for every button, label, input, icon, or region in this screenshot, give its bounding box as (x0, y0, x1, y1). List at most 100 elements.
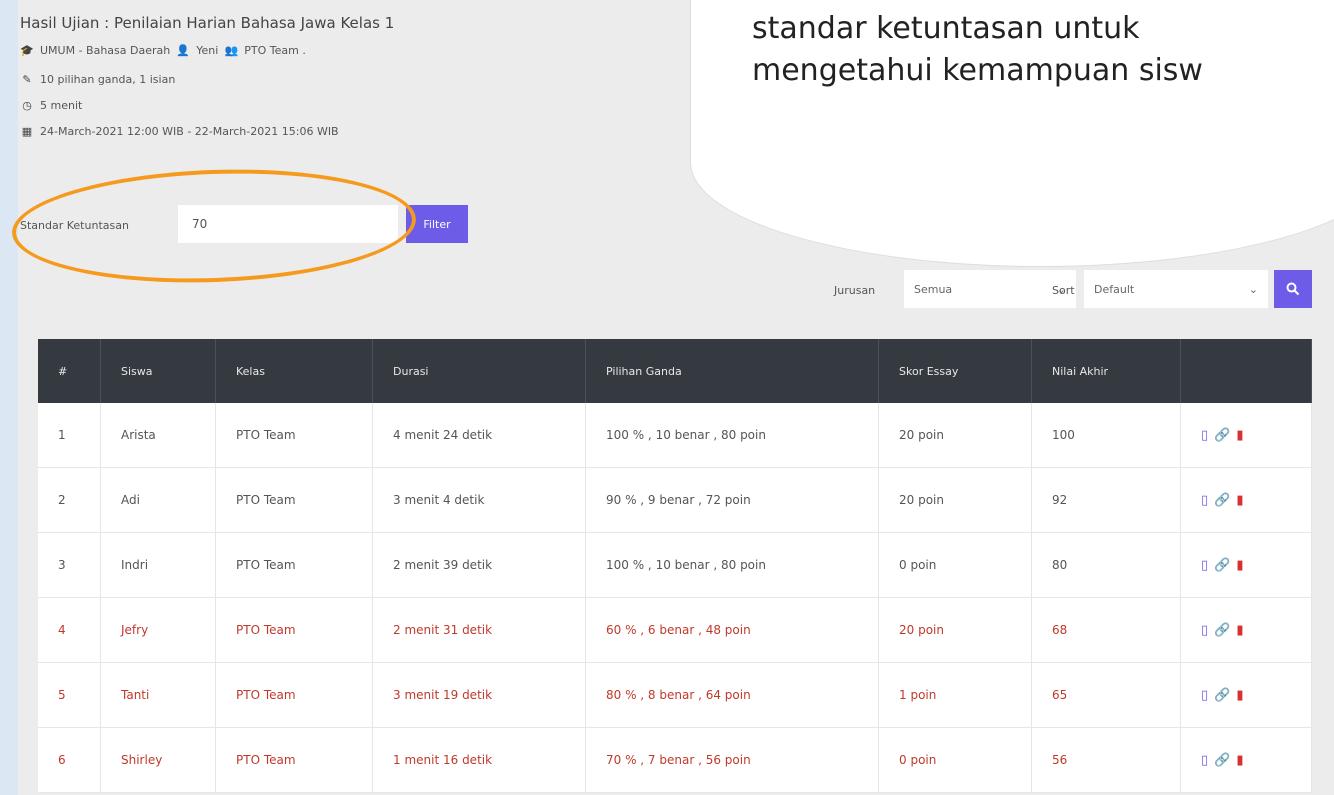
table-header-row: # Siswa Kelas Durasi Pilihan Ganda Skor … (38, 339, 1312, 403)
cell-actions: ▯ 🔗 ▮ (1180, 403, 1312, 468)
standard-input[interactable] (178, 205, 398, 243)
category-text: UMUM - Bahasa Daerah (40, 44, 171, 57)
duration-text: 5 menit (40, 99, 83, 112)
cell-essay-score: 0 poin (878, 727, 1032, 793)
cell-number: 5 (38, 662, 101, 728)
link-icon[interactable]: 🔗 (1214, 688, 1230, 703)
jurusan-label: Jurusan (834, 284, 876, 297)
cell-number: 1 (38, 403, 101, 468)
cell-class: PTO Team (215, 403, 373, 468)
cell-class: PTO Team (215, 662, 373, 728)
cell-number: 6 (38, 727, 101, 793)
jurusan-select[interactable]: Semua ⌄ (904, 270, 1076, 308)
search-button[interactable] (1274, 270, 1312, 308)
cell-class: PTO Team (215, 597, 373, 663)
results-table: # Siswa Kelas Durasi Pilihan Ganda Skor … (38, 339, 1312, 793)
sort-select[interactable]: Default ⌄ (1084, 270, 1268, 308)
col-actions (1180, 339, 1312, 403)
cell-multiple-choice: 80 % , 8 benar , 64 poin (585, 662, 879, 728)
questions-text: 10 pilihan ganda, 1 isian (40, 73, 176, 86)
col-final-score: Nilai Akhir (1031, 339, 1181, 403)
date-range-text: 24-March-2021 12:00 WIB - 22-March-2021 … (40, 125, 339, 138)
clipboard-icon[interactable]: ▯ (1201, 753, 1208, 768)
trash-icon[interactable]: ▮ (1236, 753, 1243, 768)
cell-student: Jefry (100, 597, 216, 663)
cell-multiple-choice: 90 % , 9 benar , 72 poin (585, 467, 879, 533)
cell-actions: ▯ 🔗 ▮ (1180, 532, 1312, 598)
table-row: 6 Shirley PTO Team 1 menit 16 detik 70 % , 7… (38, 727, 1312, 793)
cell-student: Tanti (100, 662, 216, 728)
meta-questions-line: ✎ 10 pilihan ganda, 1 isian (20, 73, 175, 86)
standard-label: Standar Ketuntasan (20, 219, 129, 232)
link-icon[interactable]: 🔗 (1214, 558, 1230, 573)
cell-duration: 3 menit 4 detik (372, 467, 586, 533)
cell-actions: ▯ 🔗 ▮ (1180, 727, 1312, 793)
clipboard-icon[interactable]: ▯ (1201, 428, 1208, 443)
clock-icon: ◷ (22, 99, 32, 112)
clipboard-icon[interactable]: ▯ (1201, 493, 1208, 508)
cell-final-score: 56 (1031, 727, 1181, 793)
cell-class: PTO Team (215, 532, 373, 598)
row-actions: ▯ 🔗 ▮ (1201, 493, 1311, 508)
calendar-icon: ▦ (21, 125, 33, 138)
link-icon[interactable]: 🔗 (1214, 753, 1230, 768)
cell-multiple-choice: 100 % , 10 benar , 80 poin (585, 532, 879, 598)
callout-line-2: mengetahui kemampuan sisw (752, 53, 1203, 88)
cell-final-score: 92 (1031, 467, 1181, 533)
meta-duration-line: ◷ 5 menit (20, 99, 82, 112)
graduation-cap-icon: 🎓 (20, 44, 34, 57)
cell-multiple-choice: 100 % , 10 benar , 80 poin (585, 403, 879, 468)
table-row: 1 Arista PTO Team 4 menit 24 detik 100 % , 1… (38, 403, 1312, 468)
cell-final-score: 68 (1031, 597, 1181, 663)
row-actions: ▯ 🔗 ▮ (1201, 623, 1311, 638)
cell-final-score: 65 (1031, 662, 1181, 728)
trash-icon[interactable]: ▮ (1236, 428, 1243, 443)
cell-student: Arista (100, 403, 216, 468)
col-essay-score: Skor Essay (878, 339, 1032, 403)
cell-essay-score: 20 poin (878, 403, 1032, 468)
row-actions: ▯ 🔗 ▮ (1201, 558, 1311, 573)
cell-student: Adi (100, 467, 216, 533)
row-actions: ▯ 🔗 ▮ (1201, 753, 1311, 768)
trash-icon[interactable]: ▮ (1236, 688, 1243, 703)
cell-number: 3 (38, 532, 101, 598)
cell-actions: ▯ 🔗 ▮ (1180, 662, 1312, 728)
col-duration: Durasi (372, 339, 586, 403)
row-actions: ▯ 🔗 ▮ (1201, 428, 1311, 443)
sort-label: Sort (1052, 284, 1075, 297)
cell-essay-score: 20 poin (878, 597, 1032, 663)
link-icon[interactable]: 🔗 (1214, 623, 1230, 638)
trash-icon[interactable]: ▮ (1236, 623, 1243, 638)
cell-number: 4 (38, 597, 101, 663)
table-row: 5 Tanti PTO Team 3 menit 19 detik 80 % , 8 b… (38, 662, 1312, 728)
users-icon: 👥 (224, 44, 239, 57)
link-icon[interactable]: 🔗 (1214, 493, 1230, 508)
chevron-down-icon: ⌄ (1248, 282, 1258, 296)
meta-date-line: ▦ 24-March-2021 12:00 WIB - 22-March-202… (20, 125, 339, 138)
cell-student: Shirley (100, 727, 216, 793)
cell-multiple-choice: 70 % , 7 benar , 56 poin (585, 727, 879, 793)
user-icon: 👤 (176, 44, 191, 57)
col-student: Siswa (100, 339, 216, 403)
clipboard-icon[interactable]: ▯ (1201, 558, 1208, 573)
cell-duration: 4 menit 24 detik (372, 403, 586, 468)
filter-button[interactable]: Filter (406, 205, 468, 243)
page-title: Hasil Ujian : Penilaian Harian Bahasa Ja… (20, 14, 395, 32)
cell-student: Indri (100, 532, 216, 598)
pencil-icon: ✎ (22, 73, 32, 86)
cell-essay-score: 0 poin (878, 532, 1032, 598)
col-multiple-choice: Pilihan Ganda (585, 339, 879, 403)
trash-icon[interactable]: ▮ (1236, 493, 1243, 508)
clipboard-icon[interactable]: ▯ (1201, 688, 1208, 703)
team-text: PTO Team . (244, 44, 306, 57)
cell-actions: ▯ 🔗 ▮ (1180, 467, 1312, 533)
search-icon (1286, 282, 1300, 296)
cell-class: PTO Team (215, 727, 373, 793)
cell-multiple-choice: 60 % , 6 benar , 48 poin (585, 597, 879, 663)
clipboard-icon[interactable]: ▯ (1201, 623, 1208, 638)
link-icon[interactable]: 🔗 (1214, 428, 1230, 443)
cell-duration: 2 menit 39 detik (372, 532, 586, 598)
table-row: 3 Indri PTO Team 2 menit 39 detik 100 % , 10… (38, 532, 1312, 598)
trash-icon[interactable]: ▮ (1236, 558, 1243, 573)
col-class: Kelas (215, 339, 373, 403)
